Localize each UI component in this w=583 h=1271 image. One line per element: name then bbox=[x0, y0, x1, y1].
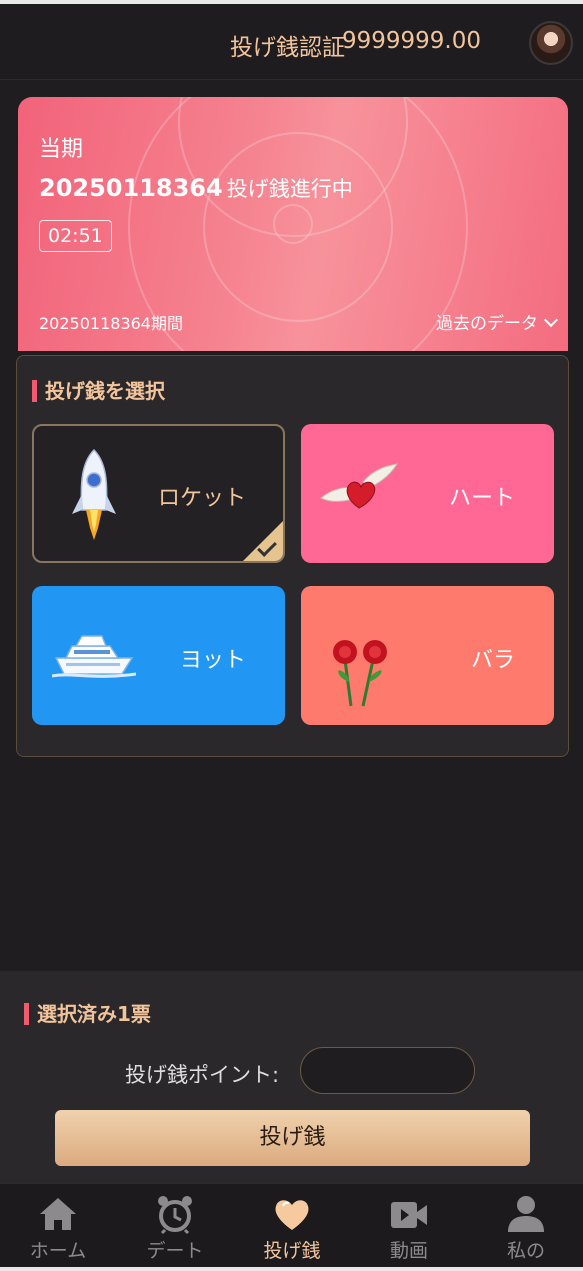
section-marker bbox=[32, 380, 37, 402]
select-section-title: 投げ銭を選択 bbox=[32, 375, 165, 404]
points-label: 投げ銭ポイント: bbox=[125, 1063, 280, 1087]
tab-video[interactable]: 動画 bbox=[351, 1184, 467, 1268]
heart-icon bbox=[275, 1200, 309, 1230]
tab-label: ホーム bbox=[29, 1240, 87, 1262]
balance-amount: 9999999.00 bbox=[342, 28, 482, 54]
period-status: 投げ銭進行中 bbox=[226, 177, 353, 201]
app-header: 投げ銭認証 9999999.00 bbox=[0, 4, 583, 80]
bottom-tab-bar: ホーム デート 投げ銭 動画 私の bbox=[0, 1183, 583, 1267]
user-icon bbox=[508, 1196, 544, 1232]
roses-icon bbox=[333, 640, 387, 707]
tab-date[interactable]: デート bbox=[117, 1184, 233, 1268]
chevron-down-icon bbox=[543, 312, 559, 328]
banner-decoration-ring bbox=[273, 204, 313, 244]
period-footer: 20250118364期間 bbox=[39, 314, 183, 333]
gift-option-heart[interactable]: ハート bbox=[301, 424, 554, 563]
alarm-clock-icon bbox=[158, 1196, 192, 1234]
countdown-timer: 02:51 bbox=[39, 220, 112, 252]
summary-panel: 選択済み1票 投げ銭ポイント: 投げ銭 bbox=[0, 971, 583, 1183]
tab-label: 動画 bbox=[389, 1240, 428, 1262]
bottom-edge bbox=[0, 1267, 583, 1271]
yacht-icon bbox=[52, 635, 136, 678]
gift-label: ヨット bbox=[180, 648, 247, 673]
period-line: 20250118364 投げ銭進行中 bbox=[39, 173, 353, 203]
gift-option-rose[interactable]: バラ bbox=[301, 586, 554, 725]
tab-home[interactable]: ホーム bbox=[0, 1184, 116, 1268]
gift-label: ハート bbox=[449, 486, 516, 511]
tab-label: デート bbox=[146, 1240, 204, 1262]
gift-option-rocket[interactable]: ロケット bbox=[32, 424, 285, 563]
gift-label: バラ bbox=[471, 648, 516, 673]
submit-tip-button[interactable]: 投げ銭 bbox=[55, 1110, 530, 1166]
period-banner: 当期 20250118364 投げ銭進行中 02:51 20250118364期間… bbox=[18, 97, 568, 351]
gift-select-panel: 投げ銭を選択 ロケット ハート ヨット バラ bbox=[16, 355, 569, 757]
select-title-text: 投げ銭を選択 bbox=[45, 379, 165, 403]
history-label: 過去のデータ bbox=[436, 314, 538, 334]
period-number: 20250118364 bbox=[39, 174, 223, 202]
rocket-icon bbox=[72, 448, 116, 540]
tab-label: 投げ銭 bbox=[263, 1240, 321, 1262]
page-title: 投げ銭認証 bbox=[230, 35, 345, 61]
home-icon bbox=[40, 1198, 76, 1230]
section-marker bbox=[24, 1003, 29, 1025]
current-period-label: 当期 bbox=[39, 137, 84, 162]
tab-tip[interactable]: 投げ銭 bbox=[234, 1184, 350, 1268]
points-input[interactable] bbox=[300, 1047, 475, 1094]
tab-label: 私の bbox=[506, 1240, 545, 1262]
winged-heart-icon bbox=[320, 463, 398, 509]
user-avatar[interactable] bbox=[529, 21, 573, 65]
gift-option-yacht[interactable]: ヨット bbox=[32, 586, 285, 725]
summary-title-text: 選択済み1票 bbox=[37, 1002, 151, 1026]
tab-mine[interactable]: 私の bbox=[468, 1184, 583, 1268]
gift-label: ロケット bbox=[158, 486, 247, 511]
history-data-link[interactable]: 過去のデータ bbox=[436, 309, 559, 334]
video-camera-icon bbox=[391, 1202, 427, 1228]
summary-section-title: 選択済み1票 bbox=[24, 998, 151, 1027]
